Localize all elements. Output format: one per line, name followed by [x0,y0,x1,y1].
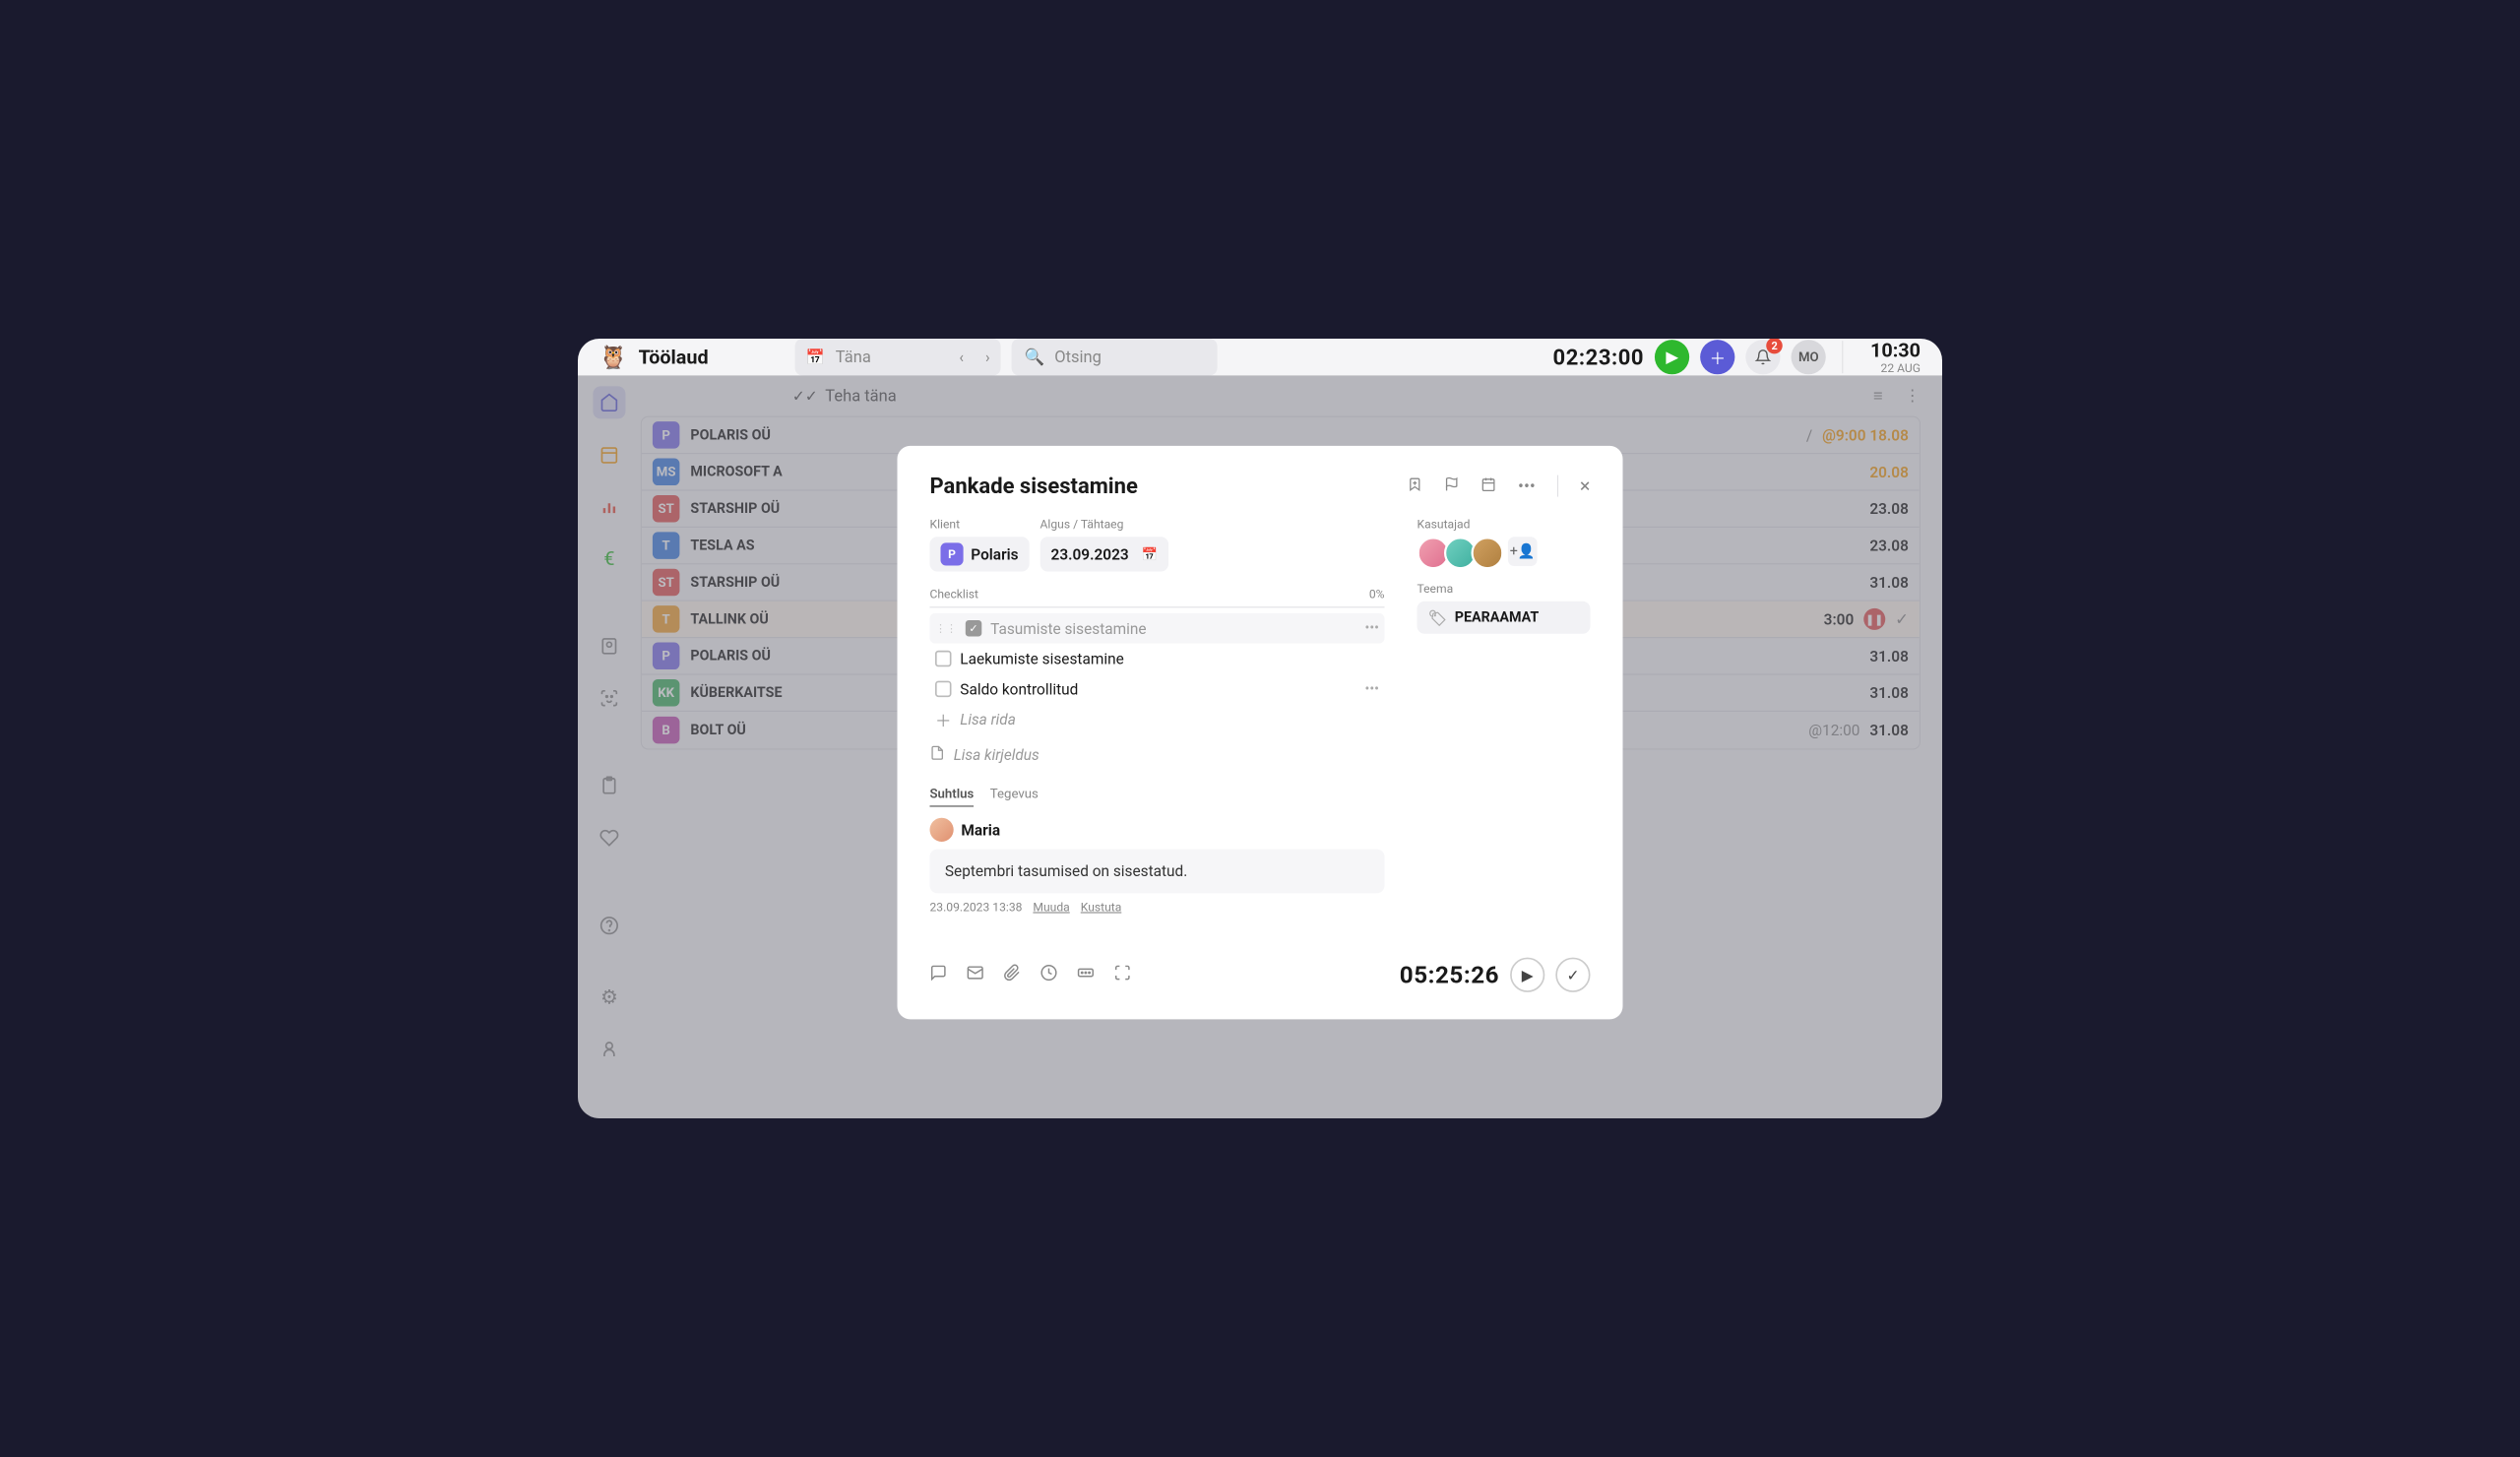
tag-value: PEARAAMAT [1455,609,1540,626]
date-label: Algus / Tähtaeg [1040,518,1169,532]
plus-icon: ＋ [935,708,952,731]
users-row: +👤 [1418,537,1591,569]
checklist-text: Saldo kontrollitud [960,680,1078,698]
user-avatar-3[interactable] [1472,537,1504,569]
checklist-item[interactable]: Laekumiste sisestamine [930,644,1385,674]
checklist-progress: 0% [1369,588,1385,602]
date-value: 23.09.2023 [1051,545,1129,563]
modal-timer: 05:25:26 [1400,961,1499,989]
calendar-icon[interactable] [1481,475,1496,496]
main-timer: 02:23:00 [1553,345,1645,370]
checkbox[interactable] [935,681,952,698]
checklist: ⋮⋮ ✓ Tasumiste sisestamine ••• Laekumist… [930,613,1385,704]
add-button[interactable]: ＋ [1700,340,1734,374]
add-user-button[interactable]: +👤 [1508,537,1538,566]
close-icon[interactable]: × [1580,475,1591,497]
chevron-right-icon[interactable]: › [985,348,990,366]
checklist-item[interactable]: ⋮⋮ ✓ Tasumiste sisestamine ••• [930,613,1385,644]
modal-title: Pankade sisestamine [930,473,1408,498]
doc-icon [930,745,945,764]
chevron-left-icon[interactable]: ‹ [959,348,964,366]
drag-handle-icon[interactable]: ⋮⋮ [935,622,957,635]
mail-icon[interactable] [967,964,984,986]
comment-author: Maria [961,821,1000,839]
notifications-button[interactable]: 2 [1745,340,1780,374]
today-label: Täna [836,348,949,366]
app-window: 🦉 Töölaud 📅 Täna ‹ › 🔍 Otsing 02:23:00 ▶… [578,339,1942,1118]
calendar-small-icon: 📅 [1142,546,1158,561]
tab-activity[interactable]: Tegevus [990,786,1039,806]
search-input[interactable]: 🔍 Otsing [1012,339,1218,375]
notification-badge: 2 [1766,339,1783,353]
comment-avatar [930,818,954,842]
comment-body: Septembri tasumised on sisestatud. [930,850,1385,894]
client-label: Klient [930,518,1030,532]
checkbox[interactable]: ✓ [966,620,982,637]
tag-chip[interactable]: 🏷 PEARAAMAT [1418,602,1591,634]
checklist-text: Laekumiste sisestamine [960,650,1123,667]
clock: 10:30 22 AUG [1870,339,1921,375]
item-more-icon[interactable]: ••• [1365,620,1379,637]
flag-icon[interactable] [1444,475,1459,496]
modal-check-button[interactable]: ✓ [1555,958,1590,992]
modal-overlay: Pankade sisestamine ••• × Kl [578,375,1942,1118]
add-checklist-row[interactable]: ＋ Lisa rida [930,704,1385,734]
bookmark-icon[interactable] [1408,475,1422,496]
client-name: Polaris [971,545,1018,563]
client-badge: P [941,542,964,565]
checklist-text: Tasumiste sisestamine [990,619,1146,637]
task-modal: Pankade sisestamine ••• × Kl [898,446,1623,1019]
users-label: Kasutajad [1418,518,1591,532]
logo-owl-icon: 🦉 [599,343,628,371]
date-navigator[interactable]: 📅 Täna ‹ › [795,339,1001,375]
date-chip[interactable]: 23.09.2023 📅 [1040,537,1169,571]
modal-play-button[interactable]: ▶ [1510,958,1544,992]
checklist-item[interactable]: Saldo kontrollitud ••• [930,673,1385,704]
user-avatar[interactable]: MO [1792,340,1826,374]
comment-edit[interactable]: Muuda [1033,901,1069,915]
page-title: Töölaud [639,346,709,368]
clock-time: 10:30 [1870,339,1921,361]
tag-icon: 🏷 [1428,608,1448,626]
search-icon: 🔍 [1025,348,1045,366]
client-chip[interactable]: P Polaris [930,537,1030,571]
chat-icon[interactable] [930,964,948,986]
play-button[interactable]: ▶ [1655,340,1689,374]
comment: Maria Septembri tasumised on sisestatud.… [930,818,1385,915]
clock-date: 22 AUG [1870,361,1921,375]
expand-icon[interactable] [1114,964,1132,986]
comment-delete[interactable]: Kustuta [1081,901,1122,915]
more-dots-icon[interactable]: ••• [1518,475,1536,496]
search-placeholder: Otsing [1054,348,1102,366]
calendar-icon: 📅 [806,348,825,366]
checkbox[interactable] [935,651,952,667]
tag-label: Teema [1418,583,1591,597]
topbar: 🦉 Töölaud 📅 Täna ‹ › 🔍 Otsing 02:23:00 ▶… [578,339,1942,375]
tab-chat[interactable]: Suhtlus [930,786,975,806]
comment-time: 23.09.2023 13:38 [930,901,1023,915]
item-more-icon[interactable]: ••• [1365,681,1379,698]
keyboard-icon[interactable] [1077,964,1095,986]
checklist-label: Checklist [930,588,979,602]
attach-icon[interactable] [1003,964,1021,986]
add-description[interactable]: Lisa kirjeldus [930,745,1385,764]
clock-icon[interactable] [1040,964,1058,986]
